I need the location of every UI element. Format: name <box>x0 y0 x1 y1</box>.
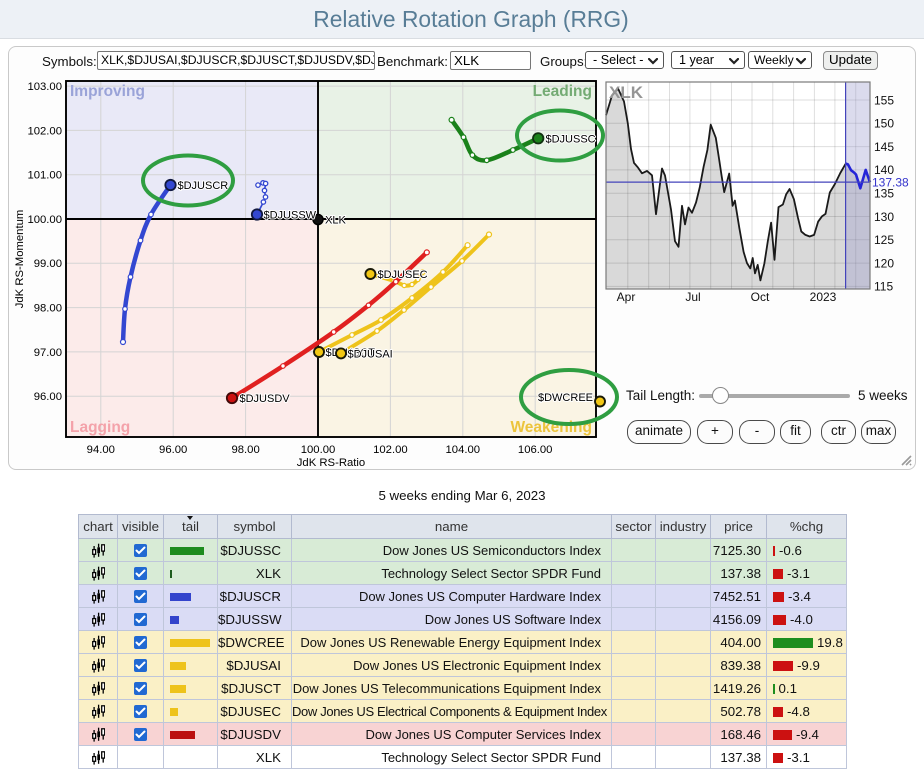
svg-text:106.00: 106.00 <box>518 444 553 456</box>
svg-text:$DJUSCR: $DJUSCR <box>178 180 229 192</box>
svg-text:155: 155 <box>874 93 894 107</box>
svg-text:96.00: 96.00 <box>34 391 62 403</box>
svg-text:115: 115 <box>874 280 893 294</box>
svg-text:145: 145 <box>874 140 894 154</box>
svg-text:$DJUSEC: $DJUSEC <box>378 269 428 281</box>
svg-text:JdK RS-Momentum: JdK RS-Momentum <box>14 210 26 309</box>
svg-text:Leading: Leading <box>533 83 592 100</box>
svg-text:99.00: 99.00 <box>34 258 62 270</box>
svg-text:125: 125 <box>874 233 894 247</box>
svg-text:$DJUSSC: $DJUSSC <box>546 134 596 146</box>
svg-text:102.00: 102.00 <box>373 444 408 456</box>
svg-text:97.00: 97.00 <box>34 347 62 359</box>
svg-text:94.00: 94.00 <box>87 444 115 456</box>
svg-text:Jul: Jul <box>685 290 700 304</box>
svg-text:103.00: 103.00 <box>27 81 62 93</box>
svg-text:$DWCREE: $DWCREE <box>538 392 593 404</box>
svg-text:Improving: Improving <box>70 83 145 100</box>
svg-text:130: 130 <box>874 210 894 224</box>
svg-text:Apr: Apr <box>617 290 636 304</box>
svg-text:$DJUSSW: $DJUSSW <box>264 210 317 222</box>
svg-text:$DJUSAI: $DJUSAI <box>348 349 393 361</box>
svg-text:$DJUSDV: $DJUSDV <box>240 393 291 405</box>
svg-text:Oct: Oct <box>751 290 770 304</box>
svg-text:102.00: 102.00 <box>27 125 62 137</box>
svg-text:XLK: XLK <box>609 83 644 102</box>
svg-text:100.00: 100.00 <box>301 444 336 456</box>
svg-text:JdK RS-Ratio: JdK RS-Ratio <box>297 457 365 469</box>
svg-text:120: 120 <box>874 256 894 270</box>
svg-text:137.38: 137.38 <box>872 176 909 190</box>
svg-text:98.00: 98.00 <box>34 303 62 315</box>
svg-text:Lagging: Lagging <box>70 419 130 436</box>
svg-text:101.00: 101.00 <box>27 170 62 182</box>
svg-text:100.00: 100.00 <box>27 214 62 226</box>
svg-text:XLK: XLK <box>325 215 346 227</box>
svg-text:150: 150 <box>874 117 894 131</box>
svg-text:104.00: 104.00 <box>446 444 481 456</box>
svg-text:98.00: 98.00 <box>231 444 259 456</box>
svg-text:96.00: 96.00 <box>159 444 187 456</box>
svg-text:2023: 2023 <box>810 290 837 304</box>
